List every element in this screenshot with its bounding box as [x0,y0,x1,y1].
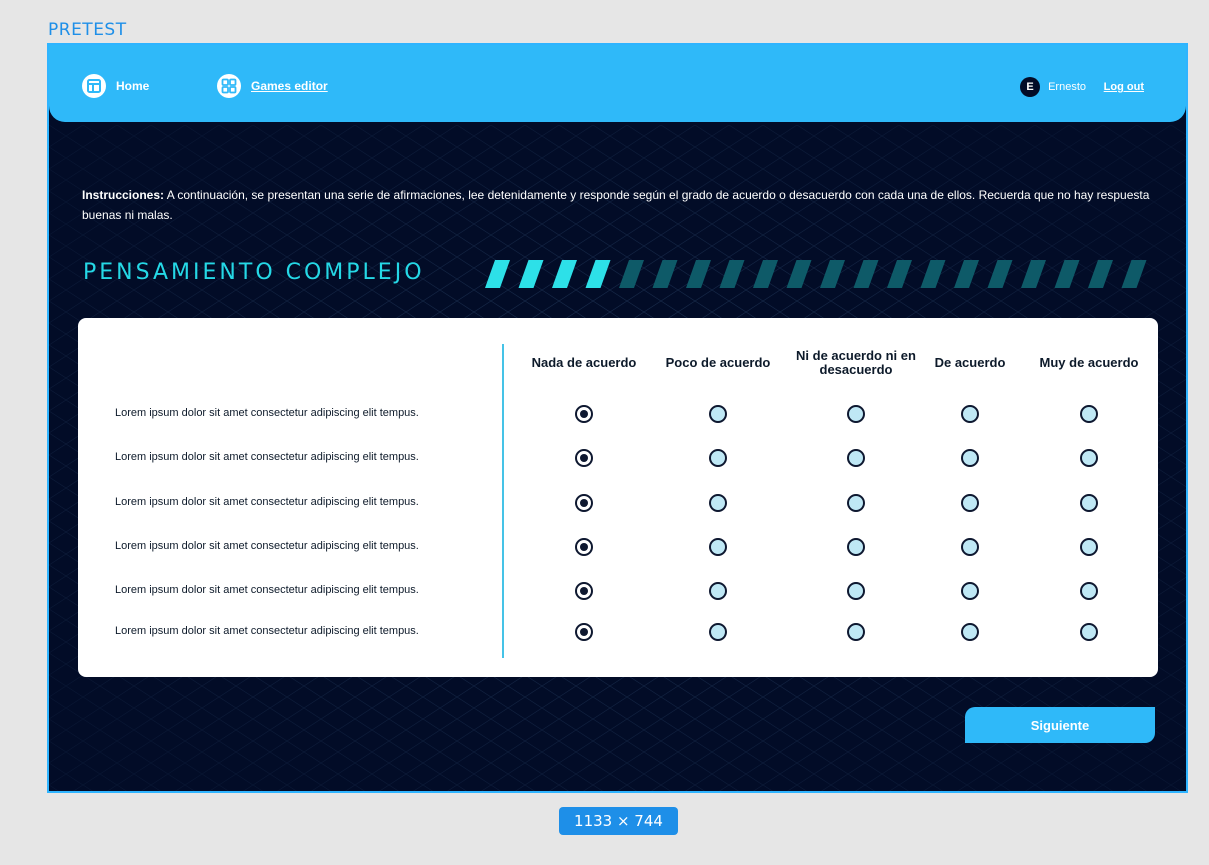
nav-home-label: Home [116,79,150,93]
user-profile[interactable]: E Ernesto [1020,77,1086,97]
progress-segment [920,260,946,288]
progress-segment [652,260,678,288]
column-header: De acuerdo [934,354,1006,370]
radio-option[interactable] [847,494,865,512]
radio-option[interactable] [575,494,593,512]
radio-option[interactable] [1080,494,1098,512]
radio-option[interactable] [575,538,593,556]
progress-segment [786,260,812,288]
top-navigation-bar: Home Games editor E Ernesto Log out [49,45,1186,122]
frame-label: PRETEST [48,20,127,40]
progress-segment [518,260,544,288]
progress-segment [954,260,979,288]
radio-option[interactable] [847,405,865,423]
statement-label: Lorem ipsum dolor sit amet consectetur a… [115,584,419,596]
radio-option[interactable] [709,449,727,467]
progress-segment [887,260,912,288]
radio-option[interactable] [709,582,727,600]
radio-option[interactable] [575,582,593,600]
user-name: Ernesto [1048,81,1086,93]
radio-option[interactable] [961,449,979,467]
statement-label: Lorem ipsum dolor sit amet consectetur a… [115,496,419,508]
radio-option[interactable] [1080,405,1098,423]
column-divider [502,344,504,658]
column-header: Muy de acuerdo [1039,354,1139,370]
survey-card: Nada de acuerdo Poco de acuerdo Ni de acue… [78,318,1158,677]
progress-segment [987,260,1013,288]
column-header: Ni de acuerdo ni en desacuerdo [796,347,916,377]
progress-segment [619,260,644,288]
progress-segment [1021,260,1046,288]
puzzle-icon [217,74,241,98]
radio-option[interactable] [961,538,979,556]
radio-option[interactable] [709,405,727,423]
radio-option[interactable] [709,538,727,556]
radio-option[interactable] [575,405,593,423]
progress-segment [686,260,711,288]
section-title: PENSAMIENTO COMPLEJO [83,260,425,285]
radio-option[interactable] [1080,449,1098,467]
nav-games-label: Games editor [251,79,328,93]
radio-option[interactable] [847,623,865,641]
radio-option[interactable] [847,582,865,600]
radio-option[interactable] [961,623,979,641]
nav-home[interactable]: Home [82,74,149,98]
progress-segment [1088,260,1113,288]
radio-option[interactable] [961,405,979,423]
progress-segment [1054,260,1080,288]
progress-segment [753,260,778,288]
radio-option[interactable] [1080,582,1098,600]
instructions-lead: Instrucciones: [82,188,165,202]
instructions: Instrucciones: A continuación, se presen… [82,185,1162,226]
radio-option[interactable] [961,494,979,512]
radio-option[interactable] [961,582,979,600]
nav-games-editor[interactable]: Games editor [217,74,328,98]
progress-segment [853,260,879,288]
radio-option[interactable] [709,494,727,512]
pretest-frame: Home Games editor E Ernesto Log out Inst… [47,43,1188,793]
avatar: E [1020,77,1041,97]
statement-label: Lorem ipsum dolor sit amet consectetur a… [115,625,419,637]
progress-bar [485,260,1147,288]
home-icon [82,74,106,98]
column-header: Nada de acuerdo [531,354,637,370]
instructions-text: A continuación, se presentan una serie d… [82,188,1150,223]
logout-link[interactable]: Log out [1104,81,1144,93]
progress-segment [552,260,577,288]
radio-option[interactable] [1080,623,1098,641]
frame-size-badge: 1133 × 744 [559,807,678,835]
statement-label: Lorem ipsum dolor sit amet consectetur a… [115,540,419,552]
column-header: Poco de acuerdo [665,354,771,370]
radio-option[interactable] [847,538,865,556]
progress-segment [719,260,745,288]
radio-option[interactable] [847,449,865,467]
next-button[interactable]: Siguiente [965,707,1155,743]
radio-option[interactable] [575,449,593,467]
progress-segment [585,260,611,288]
radio-option[interactable] [575,623,593,641]
radio-option[interactable] [1080,538,1098,556]
radio-option[interactable] [709,623,727,641]
progress-segment [1121,260,1147,288]
progress-segment [485,260,510,288]
statement-label: Lorem ipsum dolor sit amet consectetur a… [115,451,419,463]
statement-label: Lorem ipsum dolor sit amet consectetur a… [115,407,419,419]
progress-segment [820,260,845,288]
